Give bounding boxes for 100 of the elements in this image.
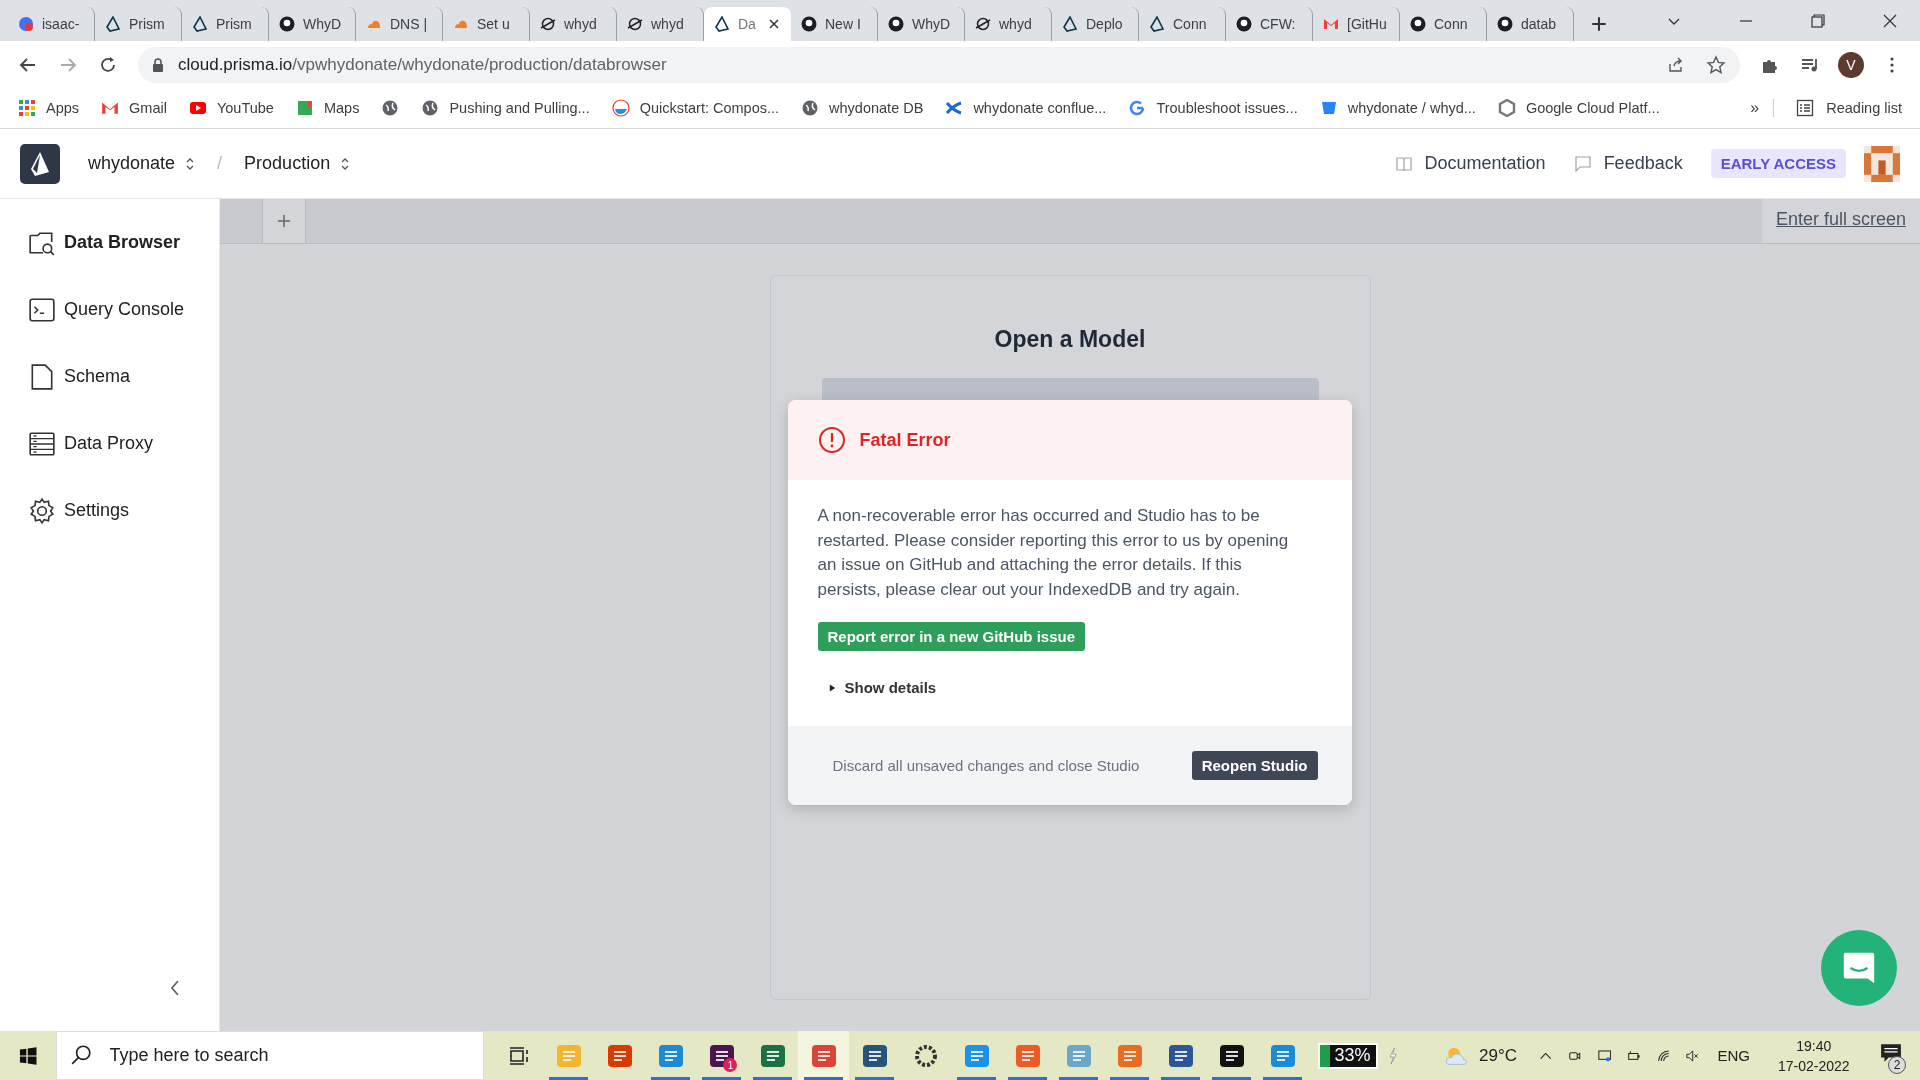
- slashed-circle-icon: [627, 16, 643, 32]
- chevron-updown-icon: [185, 156, 196, 171]
- browser-tab[interactable]: New I: [791, 7, 878, 41]
- browser-tab[interactable]: WhyD: [878, 7, 965, 41]
- temperature-text: 29°C: [1479, 1045, 1517, 1066]
- reopen-button[interactable]: Reopen Studio: [1191, 751, 1318, 780]
- github-icon: [279, 16, 295, 32]
- workspace-selector[interactable]: whydonate: [88, 153, 196, 174]
- plus-icon: [277, 214, 291, 228]
- restore-icon[interactable]: [1810, 13, 1826, 29]
- browser-tab[interactable]: datab: [1487, 7, 1574, 41]
- browser-tab[interactable]: Deplo: [1052, 7, 1139, 41]
- fullscreen-link[interactable]: Enter full screen: [1761, 199, 1920, 243]
- close-icon[interactable]: [768, 18, 780, 30]
- avatar-icon: [18, 16, 34, 32]
- bookmark[interactable]: Google Cloud Platf...: [1497, 99, 1660, 117]
- windows-start-icon[interactable]: [19, 1044, 38, 1067]
- header-link[interactable]: Documentation: [1394, 153, 1546, 174]
- bookmark[interactable]: YouTube: [188, 99, 274, 117]
- bookmark[interactable]: Pushing and Pulling...: [421, 99, 590, 117]
- pixel-avatar[interactable]: [1864, 145, 1900, 182]
- dialog-title: Fatal Error: [859, 429, 951, 451]
- browser-tab[interactable]: Conn: [1139, 7, 1226, 41]
- error-message: A non-recoverable error has occurred and Studio has to be restarted. Please consider reporting this error to us by opening an issue on GitHub and attaching the error details. If this persists, please clear out your IndexedDB and try again.: [817, 505, 1290, 601]
- prisma-logo[interactable]: [20, 143, 60, 184]
- bookmark[interactable]: whydonate / whyd...: [1319, 99, 1476, 117]
- bookmark[interactable]: Apps: [18, 99, 80, 117]
- close-icon[interactable]: [1882, 13, 1898, 29]
- browser-tab[interactable]: whyd: [965, 7, 1052, 41]
- crossed-waves-icon: [945, 99, 964, 117]
- chevron-updown-icon: [340, 156, 351, 171]
- bookmark[interactable]: Quickstart: Compos...: [611, 99, 780, 117]
- github-icon: [888, 16, 904, 32]
- taskbar-app[interactable]: 1: [696, 1031, 748, 1080]
- reading-list-button[interactable]: Reading list: [1796, 99, 1902, 117]
- search-icon: [70, 1044, 93, 1066]
- caret-icon: [827, 682, 837, 693]
- discard-link[interactable]: Discard all unsaved changes and close Studio: [832, 757, 1140, 774]
- clock[interactable]: 19:40 17-02-2022: [1777, 1035, 1850, 1076]
- gmail-icon: [1323, 16, 1339, 32]
- early-access-badge: EARLY ACCESS: [1710, 149, 1846, 178]
- reload-icon[interactable]: [98, 54, 118, 75]
- browser-tab[interactable]: DNS |: [356, 7, 443, 41]
- bucket-icon: [1319, 99, 1338, 117]
- alert-icon: [817, 426, 846, 454]
- browser-tab[interactable]: isaac-: [8, 7, 95, 41]
- github-icon: [1410, 16, 1426, 32]
- server-icon: [28, 429, 56, 458]
- prisma-icon: [714, 16, 730, 32]
- card-title: Open a Model: [994, 326, 1146, 353]
- show-details-toggle[interactable]: Show details: [827, 679, 1306, 696]
- battery-indicator[interactable]: 33%: [1318, 1042, 1379, 1069]
- play-icon: [188, 99, 207, 117]
- sidebar-item[interactable]: Settings: [0, 477, 219, 544]
- prisma-icon: [192, 16, 208, 32]
- browser-tab[interactable]: Set u: [443, 7, 530, 41]
- profile-avatar[interactable]: V: [1838, 51, 1864, 78]
- browser-tab[interactable]: whyd: [530, 7, 617, 41]
- globe-icon: [801, 99, 820, 117]
- prisma-icon: [105, 16, 121, 32]
- hexagon-icon: [1497, 99, 1516, 117]
- sidebar-item[interactable]: Query Console: [0, 276, 219, 343]
- browser-tab[interactable]: Prism: [95, 7, 182, 41]
- url-text: cloud.prisma.io/vpwhydonate/whydonate/production/databrowser: [178, 54, 667, 75]
- browser-tab[interactable]: Prism: [182, 7, 269, 41]
- sidebar-item[interactable]: Schema: [0, 343, 219, 410]
- lock-icon: [152, 57, 164, 72]
- taskbar-search-field[interactable]: Type here to search: [56, 1031, 485, 1080]
- prisma-icon: [1062, 16, 1078, 32]
- bookmark[interactable]: [381, 99, 400, 117]
- bookmark[interactable]: whydonate conflue...: [945, 99, 1107, 117]
- star-icon[interactable]: [1706, 54, 1726, 75]
- browser-tab[interactable]: Da: [704, 7, 791, 41]
- environment-selector[interactable]: Production: [244, 153, 351, 174]
- browser-tab[interactable]: [GitHu: [1313, 7, 1400, 41]
- github-icon: [1497, 16, 1513, 32]
- list-icon: [1796, 99, 1815, 117]
- lightning-icon: [1386, 1046, 1400, 1065]
- bookmark[interactable]: Maps: [295, 99, 360, 117]
- sidebar-item[interactable]: Data Proxy: [0, 410, 219, 477]
- add-tab-button[interactable]: [262, 199, 306, 243]
- browser-tab[interactable]: Conn: [1400, 7, 1487, 41]
- header-link[interactable]: Feedback: [1573, 153, 1683, 174]
- globe-icon: [381, 99, 400, 117]
- github-icon: [1236, 16, 1252, 32]
- speech-bubble-icon: [1573, 154, 1592, 173]
- more-bookmarks[interactable]: »: [1750, 99, 1775, 117]
- address-bar[interactable]: cloud.prisma.io/vpwhydonate/whydonate/production/databrowser: [138, 46, 1740, 83]
- sidebar-item[interactable]: Data Browser: [0, 209, 219, 276]
- collapse-chevron-icon[interactable]: [169, 979, 181, 997]
- notification-badge: 1: [723, 1058, 738, 1072]
- new-tab-icon[interactable]: [1590, 15, 1608, 33]
- browser-tab[interactable]: WhyD: [269, 7, 356, 41]
- bookmark[interactable]: whydonate DB: [801, 99, 924, 117]
- apps-grid-icon: [18, 99, 36, 117]
- bookmark[interactable]: Troubleshoot issues...: [1128, 99, 1298, 117]
- browser-tab[interactable]: CFW:: [1226, 7, 1313, 41]
- bookmark[interactable]: Gmail: [101, 99, 167, 117]
- language-indicator[interactable]: ENG: [1717, 1047, 1750, 1064]
- notification-center-button[interactable]: 2: [1877, 1037, 1907, 1074]
